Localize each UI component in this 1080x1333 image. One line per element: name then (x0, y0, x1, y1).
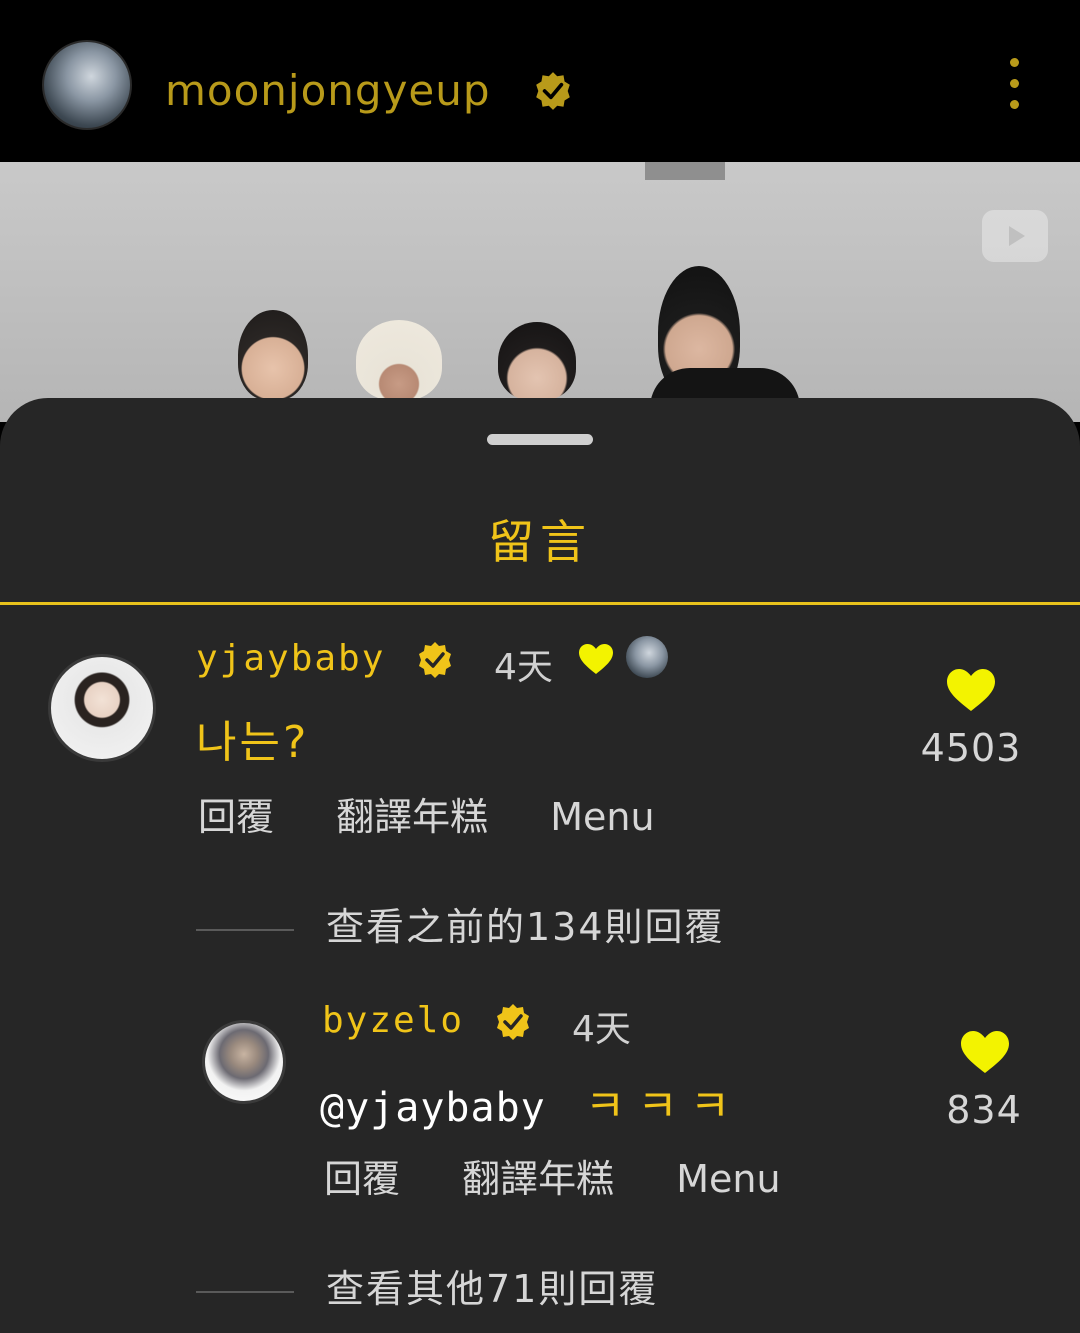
comment-avatar-yjaybaby[interactable] (48, 654, 156, 762)
reply-body: ㅋㅋㅋ (584, 1081, 743, 1132)
mention-link[interactable]: @yjaybaby (320, 1085, 546, 1131)
menu-button[interactable]: Menu (676, 1157, 780, 1201)
ceiling-vent (645, 162, 725, 180)
comment-text: 나는? (196, 717, 310, 768)
reply-button[interactable]: 回覆 (324, 1157, 400, 1201)
view-previous-replies[interactable]: 查看之前的134則回覆 (196, 896, 725, 951)
profile-header: moonjongyeup (0, 0, 1080, 162)
like-heart-icon[interactable] (946, 668, 996, 712)
comment-time: 4天 (572, 1009, 631, 1050)
creator-liked-heart-icon (579, 644, 613, 674)
title-divider (0, 602, 1080, 605)
like-count: 834 (946, 1088, 1022, 1132)
drag-handle[interactable] (487, 434, 593, 445)
reply-button[interactable]: 回覆 (198, 795, 274, 839)
comment-username[interactable]: yjaybaby (196, 638, 385, 679)
comment-username[interactable]: byzelo (322, 1000, 464, 1041)
like-count: 4503 (920, 726, 1022, 770)
comments-sheet: 留言 yjaybaby 4天 나는? 回覆 翻譯年糕 Menu 4503 查看之… (0, 398, 1080, 1333)
verified-badge-icon (536, 72, 570, 110)
profile-avatar[interactable] (42, 40, 132, 130)
comment-avatar-byzelo[interactable] (202, 1020, 286, 1104)
profile-username[interactable]: moonjongyeup (165, 66, 491, 115)
like-heart-icon[interactable] (960, 1030, 1010, 1074)
replies-line (196, 928, 294, 931)
creator-avatar-small (626, 636, 668, 678)
replies-line (196, 1290, 294, 1293)
view-replies-label: 查看之前的134則回覆 (326, 905, 725, 949)
play-icon[interactable] (982, 210, 1048, 262)
person-3 (498, 322, 576, 400)
translate-button[interactable]: 翻譯年糕 (336, 795, 488, 839)
comments-title: 留言 (488, 515, 592, 569)
view-replies-label: 查看其他71則回覆 (326, 1267, 659, 1311)
reply-text: @yjaybaby ㅋㅋㅋ (320, 1070, 742, 1134)
verified-badge-icon (497, 1004, 529, 1040)
comment-actions: 回覆 翻譯年糕 Menu (324, 1148, 831, 1203)
comment-actions: 回覆 翻譯年糕 Menu (198, 786, 705, 841)
person-1 (238, 310, 308, 400)
view-more-replies[interactable]: 查看其他71則回覆 (196, 1258, 658, 1313)
translate-button[interactable]: 翻譯年糕 (462, 1157, 614, 1201)
person-2 (356, 320, 442, 400)
verified-badge-icon (419, 642, 451, 678)
more-options-icon[interactable] (1000, 58, 1028, 112)
menu-button[interactable]: Menu (550, 795, 654, 839)
video-preview[interactable] (0, 162, 1080, 422)
comment-time: 4天 (494, 647, 553, 688)
